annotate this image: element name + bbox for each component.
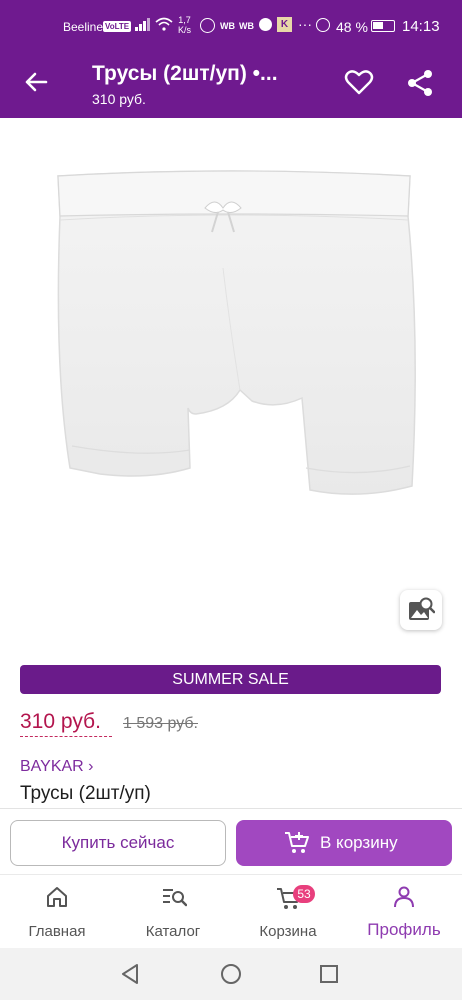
app-notification-icon [259, 18, 272, 31]
system-navigation-bar [0, 948, 462, 1000]
nav-profile-label: Профиль [367, 920, 441, 939]
old-price: 1 593 руб. [123, 715, 198, 732]
cart-add-icon [285, 832, 309, 853]
network-speed: 1,7 K/s [178, 15, 191, 35]
nav-catalog-label: Каталог [145, 923, 201, 940]
system-back-icon[interactable] [119, 963, 141, 985]
product-image[interactable] [0, 118, 462, 643]
heart-icon[interactable] [344, 68, 374, 96]
buy-now-button[interactable]: Купить сейчас [10, 820, 226, 866]
alarm-icon [316, 18, 330, 32]
nav-cart[interactable]: 53 Корзина [242, 875, 334, 949]
brand-link[interactable]: BAYKAR › [20, 758, 94, 776]
current-price: 310 руб. [20, 710, 101, 733]
clock: 14:13 [402, 18, 440, 35]
find-similar-button[interactable] [400, 590, 442, 630]
wb-notification-icon: WB [239, 21, 254, 31]
wifi-icon [155, 17, 173, 31]
app-header: Трусы (2шт/уп) •... 310 руб. [0, 58, 462, 118]
nav-home[interactable]: Главная [11, 875, 103, 949]
price-underline [20, 736, 112, 737]
nav-home-label: Главная [28, 923, 86, 940]
k-app-icon: K [277, 17, 292, 32]
share-icon[interactable] [405, 68, 435, 98]
system-home-icon[interactable] [220, 963, 242, 985]
wb-notification-icon: WB [220, 21, 235, 31]
product-name: Трусы (2шт/уп) [20, 783, 151, 804]
speed-unit: K/s [178, 25, 192, 35]
sale-banner[interactable]: SUMMER SALE [20, 665, 441, 694]
image-search-icon [409, 597, 435, 620]
nav-catalog[interactable]: Каталог [127, 875, 219, 949]
profile-icon [394, 886, 414, 908]
underwear-product-photo [57, 170, 416, 495]
bottom-navigation: Главная Каталог 53 Корзина Профиль [0, 874, 462, 948]
page-title: Трусы (2шт/уп) •... [92, 62, 278, 85]
carrier-name: Beeline [63, 20, 104, 34]
more-notifications-icon: ··· [298, 16, 312, 32]
purchase-action-bar: Купить сейчас В корзину [0, 808, 462, 874]
battery-icon [371, 20, 395, 32]
home-icon [47, 887, 67, 907]
add-to-cart-label: В корзину [320, 833, 398, 852]
back-arrow-icon[interactable] [22, 68, 50, 96]
system-recents-icon[interactable] [318, 963, 340, 985]
cart-count-badge: 53 [293, 885, 315, 903]
volte-badge: VoLTE [103, 21, 132, 32]
speed-value: 1,7 [178, 15, 191, 25]
nav-cart-label: Корзина [259, 923, 317, 940]
catalog-search-icon [163, 889, 187, 907]
whatsapp-icon [200, 18, 215, 33]
add-to-cart-button[interactable]: В корзину [236, 820, 452, 866]
header-price: 310 руб. [92, 91, 146, 107]
signal-icon [135, 18, 150, 31]
battery-percent: 48 % [336, 19, 368, 35]
nav-profile[interactable]: Профиль [358, 875, 450, 949]
status-bar: Beeline VoLTE 1,7 K/s WB WB K ··· 48 % 1… [0, 0, 462, 58]
